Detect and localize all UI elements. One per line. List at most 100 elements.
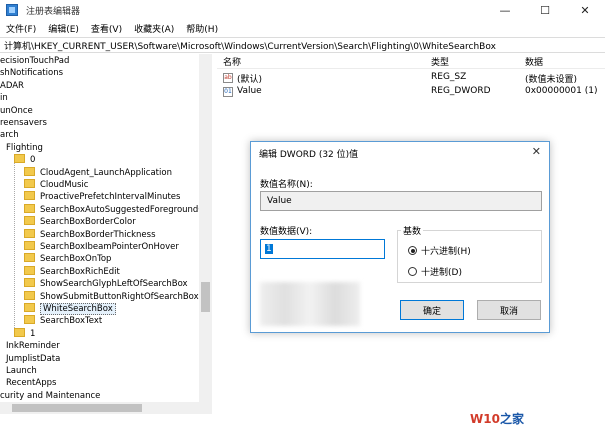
folder-icon <box>24 203 35 213</box>
column-header-type[interactable]: 类型 <box>431 55 449 68</box>
tree-item[interactable]: curity and Maintenance <box>0 390 100 402</box>
value-type: REG_DWORD <box>431 86 491 96</box>
tree-item[interactable]: 1 <box>14 327 35 340</box>
tree-item-label: in <box>0 93 8 104</box>
tree-item-label: ShowSubmitButtonRightOfSearchBox <box>40 291 199 302</box>
folder-icon <box>24 253 35 263</box>
tree-item[interactable]: SearchBoxRichEdit <box>24 265 120 278</box>
tree-item-label: 0 <box>30 155 36 166</box>
dec-radio-label: 十进制(D) <box>421 268 462 278</box>
tree-item[interactable]: CloudAgent_LaunchApplication <box>24 166 172 179</box>
blurred-region <box>260 282 360 326</box>
tree-item-label: CloudMusic <box>40 180 89 190</box>
watermark-w10: W10 <box>470 412 500 426</box>
tree-item-label: SearchBoxIbeamPointerOnHover <box>40 242 179 252</box>
tree-item[interactable]: Flighting <box>6 142 43 154</box>
folder-icon <box>14 154 25 164</box>
minimize-button[interactable]: — <box>485 0 525 20</box>
folder-icon <box>24 265 35 275</box>
tree-item[interactable]: SearchBoxIbeamPointerOnHover <box>24 241 179 253</box>
tree-item[interactable]: shNotifications <box>0 67 63 79</box>
folder-icon <box>14 327 25 337</box>
value-name-field: Value <box>260 191 542 211</box>
tree-vertical-scrollbar[interactable] <box>199 54 212 402</box>
tree-item[interactable]: unOnce <box>0 105 33 117</box>
tree-item-label: ProactivePrefetchIntervalMinutes <box>40 192 181 203</box>
value-row-default[interactable]: ab (默认) REG_SZ (数值未设置) <box>217 72 605 85</box>
tree-item-label: shNotifications <box>0 68 64 79</box>
regedit-app-icon <box>6 4 18 16</box>
tree-item[interactable]: RecentApps <box>6 377 56 389</box>
close-button[interactable]: ✕ <box>565 0 605 20</box>
binary-value-icon: 01 <box>223 87 233 97</box>
tree-item[interactable]: ShowSearchGlyphLeftOfSearchBox <box>24 278 188 290</box>
tree-item[interactable]: CloudMusic <box>24 179 88 191</box>
tree-item[interactable]: arch <box>0 129 19 141</box>
string-value-icon: ab <box>223 73 233 83</box>
value-row-value[interactable]: 01 Value REG_DWORD 0x00000001 (1) <box>217 86 605 98</box>
tree-vertical-scroll-thumb[interactable] <box>201 282 210 312</box>
tree-horizontal-scroll-thumb[interactable] <box>12 404 142 412</box>
folder-icon <box>24 216 35 226</box>
tree-item-label: JumplistData <box>6 353 61 364</box>
hex-radio-dot[interactable] <box>408 246 417 255</box>
tree-item-label: SearchBoxAutoSuggestedForegroundColor <box>40 204 212 215</box>
tree-item[interactable]: InkReminder <box>6 340 60 352</box>
tree-item[interactable]: Launch <box>6 365 37 377</box>
menu-help[interactable]: 帮助(H) <box>180 22 224 35</box>
tree-item-label: SearchBoxText <box>40 316 103 327</box>
ok-button[interactable]: 确定 <box>400 300 464 320</box>
tree-item-label: unOnce <box>0 105 33 116</box>
value-name: (默认) <box>237 75 263 85</box>
site-watermark: W10之家 W10ZJ.COM <box>470 410 605 429</box>
menu-favorites[interactable]: 收藏夹(A) <box>128 22 180 35</box>
tree-item[interactable]: SearchBoxBorderThickness <box>24 228 156 241</box>
base-label: 基数 <box>401 224 424 237</box>
menu-view[interactable]: 查看(V) <box>85 22 128 35</box>
value-name: Value <box>237 86 262 96</box>
tree-item[interactable]: SearchBoxOnTop <box>24 253 111 265</box>
tree-item-label: SearchBoxRichEdit <box>40 266 120 277</box>
tree-item-label: SearchBoxBorderThickness <box>40 229 156 240</box>
tree-item-label: Flighting <box>6 142 43 153</box>
tree-item-label: arch <box>0 130 19 141</box>
tree-item-label: reensavers <box>0 118 47 128</box>
tree-item[interactable]: in <box>0 92 8 104</box>
key-tree-pane[interactable]: ecisionTouchPad shNotifications ADAR in unOn… <box>0 54 212 414</box>
value-data: (数值未设置) <box>525 75 578 85</box>
window-title: 注册表编辑器 <box>26 6 81 17</box>
tree-item[interactable]: ProactivePrefetchIntervalMinutes <box>24 191 180 203</box>
tree-item[interactable]: JumplistData <box>6 353 60 365</box>
dec-radio[interactable]: 十进制(D) <box>408 265 462 278</box>
tree-item-label: Launch <box>6 366 37 376</box>
tree-item[interactable]: SearchBoxText <box>24 315 102 327</box>
tree-item[interactable]: SearchBoxBorderColor <box>24 216 136 228</box>
tree-item[interactable]: ShowSubmitButtonRightOfSearchBox <box>24 290 199 303</box>
menu-edit[interactable]: 编辑(E) <box>42 22 85 35</box>
cancel-button[interactable]: 取消 <box>477 300 541 320</box>
tree-item[interactable]: SearchBoxAutoSuggestedForegroundColor <box>24 203 212 216</box>
tree-item[interactable]: reensavers <box>0 117 47 129</box>
maximize-button[interactable]: ☐ <box>525 0 565 20</box>
hex-radio[interactable]: 十六进制(H) <box>408 244 471 257</box>
tree-item-label: ecisionTouchPad <box>0 56 70 66</box>
column-header-name[interactable]: 名称 <box>223 55 241 68</box>
menu-file[interactable]: 文件(F) <box>0 22 42 35</box>
value-name-label: 数值名称(N): <box>260 180 313 190</box>
column-header-data[interactable]: 数据 <box>525 55 543 68</box>
value-data-input[interactable]: 1 <box>260 239 385 259</box>
folder-icon <box>24 179 35 188</box>
dialog-title: 编辑 DWORD (32 位)值 <box>259 149 359 160</box>
tree-item-selected[interactable]: WhiteSearchBox <box>24 303 116 315</box>
value-data: 0x00000001 (1) <box>525 86 598 96</box>
dec-radio-dot[interactable] <box>408 267 417 276</box>
menu-bar: 文件(F) 编辑(E) 查看(V) 收藏夹(A) 帮助(H) <box>0 20 605 36</box>
dialog-close-icon[interactable]: ✕ <box>532 145 541 158</box>
tree-item[interactable]: ADAR <box>0 80 24 92</box>
tree-item[interactable]: ecisionTouchPad <box>0 55 69 67</box>
tree-guide-line <box>14 162 15 332</box>
tree-item[interactable]: 0 <box>14 154 35 166</box>
tree-horizontal-scrollbar[interactable] <box>0 402 212 414</box>
tree-item-label: ShowSearchGlyphLeftOfSearchBox <box>40 279 188 290</box>
address-bar[interactable]: 计算机\HKEY_CURRENT_USER\Software\Microsoft… <box>0 37 605 53</box>
